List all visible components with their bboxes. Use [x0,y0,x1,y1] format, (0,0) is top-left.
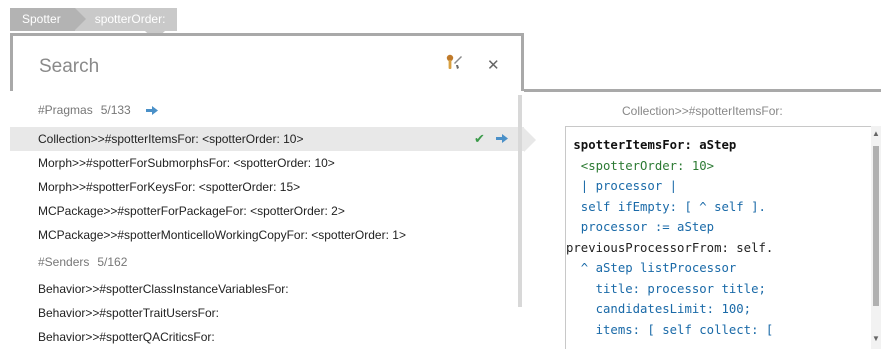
dive-in-arrow-icon[interactable] [146,106,159,116]
group-name: #Pragmas [38,103,93,117]
list-item-label: Collection>>#spotterItemsFor: <spotterOr… [38,132,304,146]
list-scrollbar[interactable] [518,95,522,307]
search-box[interactable]: Search ✕ [10,33,524,91]
code-line: self ifEmpty: [ ^ self ]. [566,199,766,214]
code-line: ^ aStep listProcessor [566,261,737,275]
results-list: #Pragmas 5/133 Collection>>#spotterItemsF… [10,93,524,349]
list-item-label: Morph>>#spotterForKeysFor: <spotterOrder… [38,180,301,194]
scroll-up-icon[interactable]: ▲ [872,129,880,138]
list-item[interactable]: MCPackage>>#spotterMonticelloWorkingCopy… [10,223,524,247]
code-line: | processor | [566,179,678,193]
list-item[interactable]: Morph>>#spotterForKeysFor: <spotterOrder… [10,175,524,199]
selection-pointer [524,128,536,152]
code-line: items: [ self collect: [ [566,322,774,337]
group-count: 5/133 [100,103,131,117]
list-item-label: MCPackage>>#spotterForPackageFor: <spott… [38,204,345,218]
code-line: candidatesLimit: 100; [566,302,752,316]
breadcrumb-item-query[interactable]: spotterOrder: [74,8,178,31]
list-item[interactable]: Collection>>#spotterItemsFor: <spotterOr… [10,127,524,151]
checkmark-icon: ✔ [474,131,485,146]
breadcrumb-item-spotter[interactable]: Spotter [10,8,86,31]
scrollbar-thumb[interactable] [873,146,879,306]
code-line: spotterItemsFor: aStep [573,138,737,152]
code-line: <spotterOrder: 10> [566,158,715,173]
list-item[interactable]: Behavior>>#spotterClassInstanceVariables… [10,277,524,301]
search-input[interactable]: Search [39,56,99,78]
code-line: title: processor title; [566,281,766,296]
code-preview[interactable]: spotterItemsFor: aStep <spotterOrder: 10… [565,126,881,349]
group-header-pragmas[interactable]: #Pragmas 5/133 [38,103,159,117]
list-item-label: Behavior>>#spotterQACriticsFor: [38,330,215,344]
code-line: processor := aStep [566,220,715,234]
settings-icon[interactable] [445,53,463,71]
group-header-senders[interactable]: #Senders 5/162 [38,255,127,269]
list-item-label: MCPackage>>#spotterMonticelloWorkingCopy… [38,228,406,242]
code-line: previousProcessorFrom: self. [566,240,774,255]
dive-in-arrow-icon[interactable] [496,134,508,143]
code-text: spotterItemsFor: aStep <spotterOrder: 10… [566,135,773,340]
list-item[interactable]: Behavior>>#spotterQACriticsFor: [10,325,524,349]
list-item-label: Morph>>#spotterForSubmorphsFor: <spotter… [38,156,335,170]
list-item[interactable]: Behavior>>#spotterTraitUsersFor: [10,301,524,325]
group-name: #Senders [38,255,90,269]
list-item[interactable]: MCPackage>>#spotterForPackageFor: <spott… [10,199,524,223]
group-count: 5/162 [97,255,128,269]
close-icon[interactable]: ✕ [487,56,500,74]
divider-line [524,89,881,92]
preview-scrollbar[interactable]: ▲ ▼ [871,126,881,349]
breadcrumb: Spotter spotterOrder: [10,8,178,31]
list-item-label: Behavior>>#spotterClassInstanceVariables… [38,282,289,296]
preview-title: Collection>>#spotterItemsFor: [622,104,783,118]
list-item[interactable]: Morph>>#spotterForSubmorphsFor: <spotter… [10,151,524,175]
scroll-down-icon[interactable]: ▼ [872,334,880,343]
list-item-label: Behavior>>#spotterTraitUsersFor: [38,306,219,320]
